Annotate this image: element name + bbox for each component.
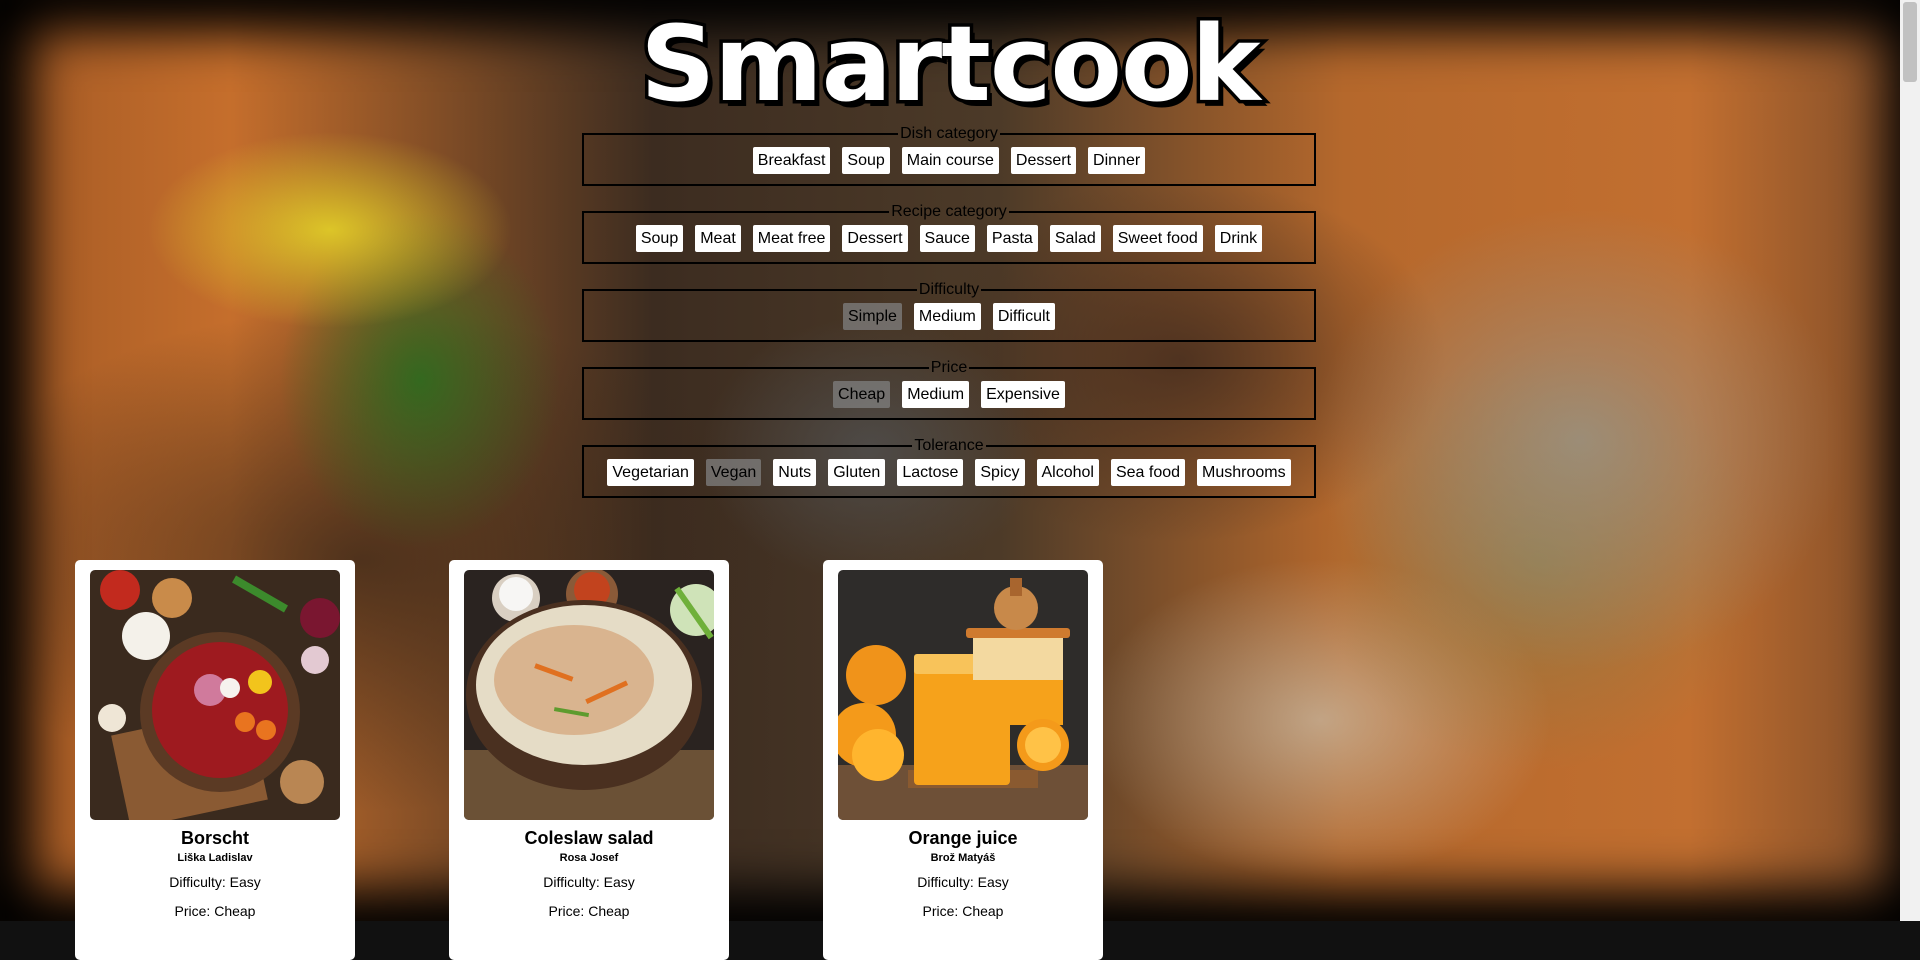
dish-breakfast-tag[interactable]: Breakfast: [752, 146, 831, 174]
price-legend: Price: [930, 359, 968, 376]
recipe-price: Price: Cheap: [922, 903, 1004, 919]
price-expensive-tag[interactable]: Expensive: [981, 380, 1065, 408]
difficulty-filter: Difficulty Simple Medium Difficult: [582, 282, 1316, 342]
dish-category-filter: Dish category Breakfast Soup Main course…: [582, 126, 1316, 186]
recipe-author: Brož Matyáš: [930, 852, 996, 864]
tolerance-legend: Tolerance: [914, 437, 984, 454]
recipe-card[interactable]: Borscht Liška Ladislav Difficulty: Easy …: [75, 560, 355, 960]
recipe-price: Price: Cheap: [548, 903, 630, 919]
recipe-category-legend: Recipe category: [891, 203, 1007, 220]
dish-dinner-tag[interactable]: Dinner: [1088, 146, 1146, 174]
price-medium-tag[interactable]: Medium: [902, 380, 970, 408]
difficulty-simple-tag[interactable]: Simple: [843, 302, 902, 330]
scrollbar-thumb[interactable]: [1903, 2, 1917, 82]
difficulty-difficult-tag[interactable]: Difficult: [992, 302, 1055, 330]
recipe-difficulty: Difficulty: Easy: [169, 874, 261, 890]
recipe-salad-tag[interactable]: Salad: [1049, 224, 1101, 252]
dish-main-course-tag[interactable]: Main course: [901, 146, 999, 174]
recipe-pasta-tag[interactable]: Pasta: [986, 224, 1038, 252]
recipe-difficulty: Difficulty: Easy: [917, 874, 1009, 890]
recipe-title[interactable]: Coleslaw salad: [449, 828, 729, 849]
recipe-soup-tag[interactable]: Soup: [635, 224, 684, 252]
recipe-drink-tag[interactable]: Drink: [1214, 224, 1263, 252]
recipe-dessert-tag[interactable]: Dessert: [842, 224, 908, 252]
recipe-title[interactable]: Orange juice: [823, 828, 1103, 849]
coleslaw-image: [464, 570, 714, 820]
dish-category-legend: Dish category: [900, 125, 998, 142]
recipe-difficulty: Difficulty: Easy: [543, 874, 635, 890]
tolerance-vegetarian-tag[interactable]: Vegetarian: [607, 458, 694, 486]
recipe-author: Rosa Josef: [559, 852, 619, 864]
difficulty-legend: Difficulty: [918, 281, 980, 298]
vertical-scrollbar[interactable]: [1900, 0, 1920, 921]
tolerance-vegan-tag[interactable]: Vegan: [705, 458, 762, 486]
recipe-category-filter: Recipe category Soup Meat Meat free Dess…: [582, 204, 1316, 264]
dish-dessert-tag[interactable]: Dessert: [1010, 146, 1077, 174]
tolerance-nuts-tag[interactable]: Nuts: [773, 458, 817, 486]
recipe-meat-free-tag[interactable]: Meat free: [752, 224, 831, 252]
orange-juice-photo[interactable]: [838, 570, 1088, 820]
tolerance-spicy-tag[interactable]: Spicy: [975, 458, 1025, 486]
tolerance-alcohol-tag[interactable]: Alcohol: [1036, 458, 1099, 486]
orange-juice-image: [838, 570, 1088, 820]
recipe-title[interactable]: Borscht: [75, 828, 355, 849]
difficulty-medium-tag[interactable]: Medium: [913, 302, 981, 330]
tolerance-lactose-tag[interactable]: Lactose: [897, 458, 964, 486]
borscht-image: [90, 570, 340, 820]
price-cheap-tag[interactable]: Cheap: [833, 380, 891, 408]
site-logo: Smartcook: [637, 0, 1264, 128]
recipe-card[interactable]: Coleslaw salad Rosa Josef Difficulty: Ea…: [449, 560, 729, 960]
tolerance-mushrooms-tag[interactable]: Mushrooms: [1197, 458, 1291, 486]
price-filter: Price Cheap Medium Expensive: [582, 360, 1316, 420]
recipe-price: Price: Cheap: [174, 903, 256, 919]
recipe-sauce-tag[interactable]: Sauce: [919, 224, 975, 252]
tolerance-gluten-tag[interactable]: Gluten: [828, 458, 886, 486]
recipe-author: Liška Ladislav: [177, 852, 253, 864]
dish-soup-tag[interactable]: Soup: [842, 146, 890, 174]
recipe-sweet-food-tag[interactable]: Sweet food: [1112, 224, 1203, 252]
tolerance-filter: Tolerance Vegetarian Vegan Nuts Gluten L…: [582, 438, 1316, 498]
tolerance-sea-food-tag[interactable]: Sea food: [1110, 458, 1186, 486]
coleslaw-photo[interactable]: [464, 570, 714, 820]
borscht-photo[interactable]: [90, 570, 340, 820]
recipe-card[interactable]: Orange juice Brož Matyáš Difficulty: Eas…: [823, 560, 1103, 960]
recipe-meat-tag[interactable]: Meat: [695, 224, 741, 252]
